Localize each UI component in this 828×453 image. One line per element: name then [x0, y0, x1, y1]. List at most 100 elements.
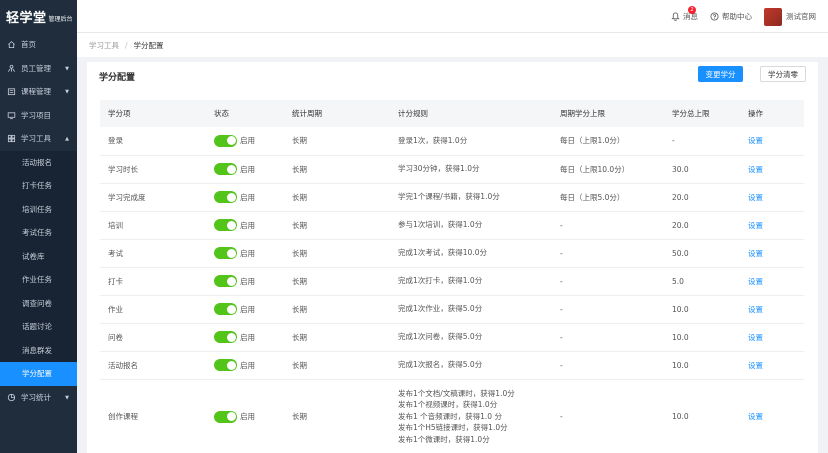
home-icon — [7, 40, 16, 49]
cell-item: 登录 — [100, 127, 206, 156]
status-toggle[interactable] — [214, 219, 237, 231]
settings-link[interactable]: 设置 — [748, 221, 763, 230]
sidebar-subitem[interactable]: 活动报名 — [0, 150, 77, 174]
cell-status: 启用 — [206, 211, 284, 240]
sidebar-item-label: 员工管理 — [21, 63, 51, 73]
table-row: 作业 启用 长期 完成1次作业，获得5.0分 -10.0 设置 — [100, 295, 804, 324]
sidebar-item-4-top[interactable]: 学习工具 ▲ — [0, 127, 77, 151]
sidebar-item-0-bottom[interactable]: 学习统计 ▼ — [0, 386, 77, 410]
cell-action: 设置 — [740, 267, 804, 296]
status-label: 启用 — [240, 332, 255, 342]
sidebar-subitem[interactable]: 培训任务 — [0, 197, 77, 221]
breadcrumb-parent[interactable]: 学习工具 — [89, 40, 119, 51]
brand-sub: 管理后台 — [48, 16, 73, 23]
rule-line: 登录1次，获得1.0分 — [398, 136, 468, 145]
cell-cycle-limit: - — [552, 295, 664, 324]
sidebar-item-label: 课程管理 — [21, 87, 51, 97]
cell-item: 考试 — [100, 239, 206, 268]
cell-status: 启用 — [206, 239, 284, 268]
user-menu[interactable]: 测试官网 — [764, 7, 816, 26]
cell-period: 长期 — [284, 127, 390, 156]
cell-cycle-limit: - — [552, 351, 664, 380]
settings-link[interactable]: 设置 — [748, 305, 763, 314]
cell-period: 长期 — [284, 379, 390, 453]
cell-period: 长期 — [284, 183, 390, 212]
header-total-limit: 学分总上限 — [664, 100, 740, 127]
chevron-down-icon: ▼ — [65, 394, 69, 401]
cell-cycle-limit: 每日（上限10.0分） — [552, 155, 664, 184]
sidebar-item-0-top[interactable]: 首页 — [0, 33, 77, 57]
cell-status: 启用 — [206, 379, 284, 453]
table-row: 培训 启用 长期 参与1次培训，获得1.0分 -20.0 设置 — [100, 211, 804, 240]
clear-credit-button[interactable]: 学分清零 — [760, 66, 806, 82]
rule-line: 学完1个课程/书籍，获得1.0分 — [398, 192, 500, 202]
status-label: 启用 — [240, 276, 255, 286]
status-toggle[interactable] — [214, 303, 237, 315]
cell-total-limit: 10.0 — [664, 323, 740, 352]
settings-link[interactable]: 设置 — [748, 193, 763, 202]
status-toggle[interactable] — [214, 359, 237, 371]
sidebar-subitem[interactable]: 试卷库 — [0, 244, 77, 268]
settings-link[interactable]: 设置 — [748, 249, 763, 258]
cell-cycle-limit: - — [552, 239, 664, 268]
cell-item: 学习时长 — [100, 155, 206, 184]
status-toggle[interactable] — [214, 163, 237, 175]
table-row: 登录 启用 长期 登录1次，获得1.0分 每日（上限1.0分） - 设置 — [100, 127, 804, 156]
cell-cycle-limit: - — [552, 379, 664, 453]
rule-line: 学习30分钟，获得1.0分 — [398, 164, 480, 174]
cell-rule: 完成1次打卡，获得1.0分 — [390, 267, 552, 296]
table-row: 考试 启用 长期 完成1次考试，获得10.0分 -50.0 设置 — [100, 239, 804, 268]
cell-rule: 完成1次报名，获得5.0分 — [390, 351, 552, 380]
status-toggle[interactable] — [214, 191, 237, 203]
sidebar-subitem[interactable]: 打卡任务 — [0, 174, 77, 198]
help-center-button[interactable]: 帮助中心 — [710, 11, 752, 22]
sidebar-subitem[interactable]: 话题讨论 — [0, 315, 77, 339]
sidebar-item-3-top[interactable]: 学习项目 — [0, 104, 77, 128]
change-credit-button[interactable]: 变更学分 — [698, 66, 743, 82]
status-toggle[interactable] — [214, 410, 237, 423]
settings-link[interactable]: 设置 — [748, 136, 763, 145]
brand-name: 轻学堂 — [6, 11, 47, 26]
table-row: 学习完成度 启用 长期 学完1个课程/书籍，获得1.0分 每日（上限5.0分） 20.0 设… — [100, 183, 804, 212]
cell-cycle-limit: 每日（上限1.0分） — [552, 127, 664, 156]
cell-status: 启用 — [206, 295, 284, 324]
rule-line: 参与1次培训，获得1.0分 — [398, 220, 483, 230]
status-label: 启用 — [240, 360, 255, 370]
cell-action: 设置 — [740, 183, 804, 212]
cell-action: 设置 — [740, 239, 804, 268]
messages-button[interactable]: 消息 2 — [671, 6, 698, 22]
settings-link[interactable]: 设置 — [748, 165, 763, 174]
sidebar-subitem[interactable]: 作业任务 — [0, 268, 77, 292]
rule-line: 完成1次考试，获得10.0分 — [398, 248, 487, 258]
cell-rule: 登录1次，获得1.0分 — [390, 127, 552, 156]
cell-period: 长期 — [284, 155, 390, 184]
status-toggle[interactable] — [214, 331, 237, 343]
settings-link[interactable]: 设置 — [748, 333, 763, 342]
sidebar-subitem[interactable]: 调查问卷 — [0, 291, 77, 315]
cell-total-limit: 10.0 — [664, 351, 740, 380]
help-icon — [710, 12, 719, 21]
credit-config-card: 学分配置 变更学分 学分清零 学分项 状态 统计周期 计分规则 周期学分上限 学… — [87, 62, 818, 453]
status-toggle[interactable] — [214, 247, 237, 259]
sidebar-subitem[interactable]: 学分配置 — [0, 362, 77, 386]
sidebar-subitem[interactable]: 消息群发 — [0, 338, 77, 362]
sidebar-item-label: 首页 — [21, 40, 36, 50]
status-toggle[interactable] — [214, 275, 237, 287]
sidebar-item-2-top[interactable]: 课程管理 ▼ — [0, 80, 77, 104]
settings-link[interactable]: 设置 — [748, 361, 763, 370]
cell-rule: 完成1次考试，获得10.0分 — [390, 239, 552, 268]
cell-cycle-limit: 每日（上限5.0分） — [552, 183, 664, 212]
sidebar-item-1-top[interactable]: 员工管理 ▼ — [0, 57, 77, 81]
settings-link[interactable]: 设置 — [748, 277, 763, 286]
cell-item: 打卡 — [100, 267, 206, 296]
cell-period: 长期 — [284, 351, 390, 380]
cell-rule: 完成1次作业，获得5.0分 — [390, 295, 552, 324]
rule-line: 发布1个视频课时，获得1.0分 — [398, 400, 498, 410]
status-toggle[interactable] — [214, 134, 237, 147]
settings-link[interactable]: 设置 — [748, 412, 763, 421]
sidebar-subitem[interactable]: 考试任务 — [0, 221, 77, 245]
cell-total-limit: 20.0 — [664, 183, 740, 212]
cell-item: 问卷 — [100, 323, 206, 352]
table-row: 打卡 启用 长期 完成1次打卡，获得1.0分 -5.0 设置 — [100, 267, 804, 296]
sidebar-item-label: 学习统计 — [21, 392, 51, 402]
